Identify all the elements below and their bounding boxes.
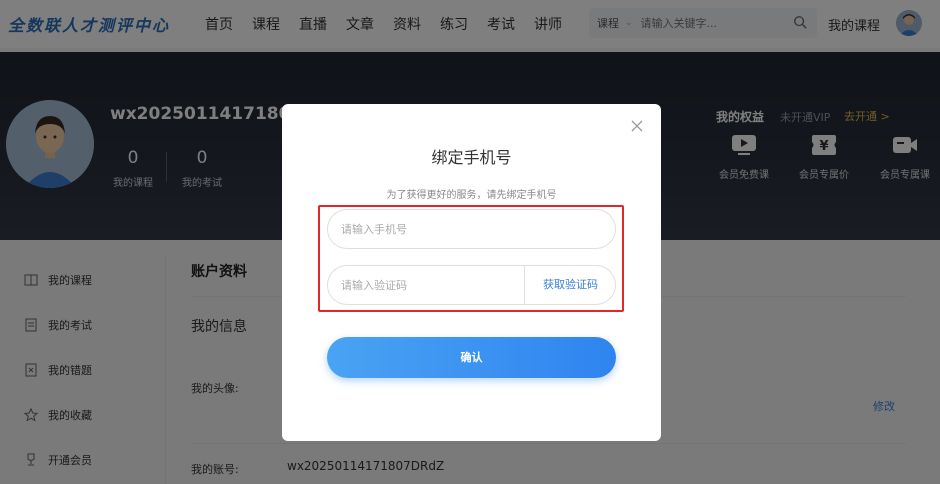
phone-input[interactable] <box>341 222 511 236</box>
confirm-button[interactable]: 确认 <box>327 337 616 378</box>
close-icon[interactable] <box>631 120 643 132</box>
get-code-button[interactable]: 获取验证码 <box>525 266 616 304</box>
code-field: 获取验证码 <box>327 265 616 305</box>
code-input[interactable] <box>341 278 511 292</box>
modal-subtitle: 为了获得更好的服务，请先绑定手机号 <box>386 190 557 201</box>
bind-phone-modal: 绑定手机号 为了获得更好的服务，请先绑定手机号 获取验证码 确认 <box>282 104 661 441</box>
phone-field <box>327 209 616 249</box>
modal-title: 绑定手机号 <box>431 148 512 167</box>
